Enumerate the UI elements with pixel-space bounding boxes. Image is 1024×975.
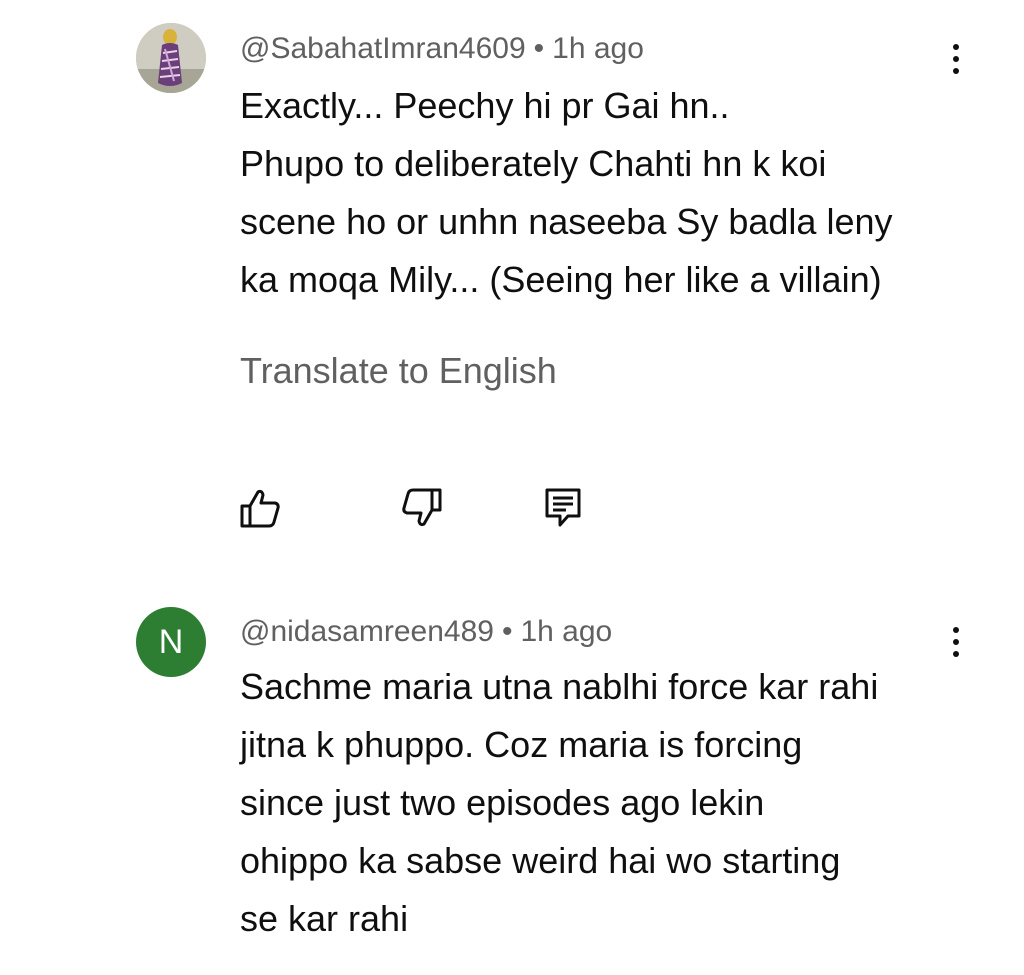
kebab-dot-icon (953, 56, 959, 62)
comment-text-line: Sachme maria utna nablhi force kar rahi (240, 666, 879, 707)
separator-dot: • (501, 615, 513, 648)
comment-text-line: jitna k phuppo. Coz maria is forcing (240, 724, 803, 765)
kebab-dot-icon (953, 639, 959, 645)
comment-text-line: ka moqa Mily... (Seeing her like a villa… (240, 259, 882, 300)
comment-text-line: since just two episodes ago lekin (240, 782, 765, 823)
author-handle[interactable]: @SabahatImran4609 (240, 32, 526, 65)
author-avatar[interactable] (136, 23, 206, 93)
kebab-dot-icon (953, 44, 959, 50)
comment-text: Sachme maria utna nablhi force kar rahi … (240, 658, 960, 948)
comment-header: @SabahatImran4609 • 1h ago (240, 29, 644, 69)
dislike-button[interactable] (400, 486, 444, 530)
kebab-dot-icon (953, 651, 959, 657)
translate-button[interactable]: Translate to English (240, 347, 557, 395)
kebab-dot-icon (953, 68, 959, 74)
comment-text: Exactly... Peechy hi pr Gai hn.. Phupo t… (240, 77, 960, 309)
comment-thread-item: N @nidasamreen489 • 1h ago Sachme maria ut… (0, 592, 1024, 975)
comment-text-line: scene ho or unhn naseeba Sy badla leny (240, 201, 893, 242)
comment-thread-item: @SabahatImran4609 • 1h ago Exactly... Peec… (0, 0, 1024, 580)
comment-text-line: Exactly... Peechy hi pr Gai hn.. (240, 85, 730, 126)
comment-timestamp[interactable]: 1h ago (552, 32, 644, 65)
separator-dot: • (533, 32, 545, 65)
comment-text-line: Phupo to deliberately Chahti hn k koi (240, 143, 827, 184)
author-avatar[interactable]: N (136, 607, 206, 677)
thumbs-up-icon (240, 489, 280, 528)
thumbs-down-icon (402, 488, 442, 527)
comment-text-line: ohippo ka sabse weird hai wo starting (240, 840, 841, 881)
author-handle[interactable]: @nidasamreen489 (240, 615, 494, 648)
reply-comment-icon (545, 488, 581, 527)
profile-photo-icon (136, 23, 206, 93)
reply-button[interactable] (542, 486, 586, 530)
comment-timestamp[interactable]: 1h ago (520, 615, 612, 648)
comment-text-line: se kar rahi (240, 898, 409, 939)
like-button[interactable] (238, 486, 282, 530)
comment-header: @nidasamreen489 • 1h ago (240, 612, 612, 652)
kebab-dot-icon (953, 627, 959, 633)
more-options-button[interactable] (940, 37, 972, 81)
